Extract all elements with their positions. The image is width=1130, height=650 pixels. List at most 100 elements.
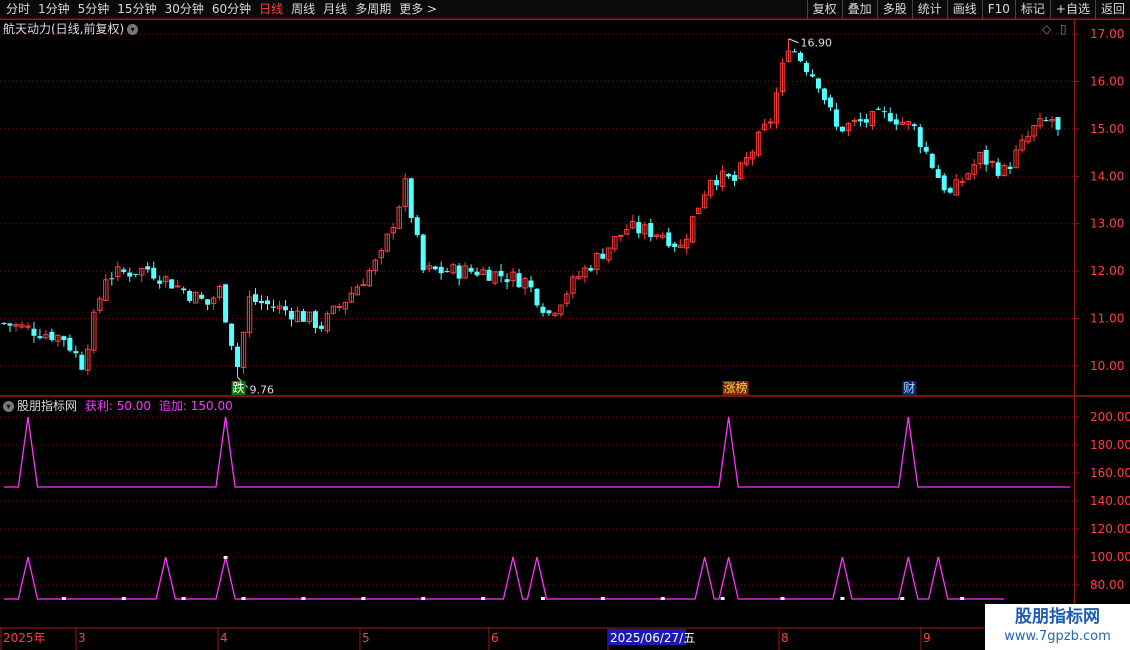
- indicator-value-1: 获利: 50.00: [84, 399, 152, 413]
- candle-body-down: [486, 269, 492, 281]
- candle-body-up: [174, 285, 181, 288]
- candle-body-down: [270, 306, 276, 308]
- candle-body-down: [282, 306, 288, 311]
- indicator-dot: [61, 597, 66, 600]
- candle-body-down: [827, 97, 833, 108]
- date-label: 5: [362, 631, 370, 645]
- candle-body-down: [498, 270, 504, 277]
- candle-body-down: [935, 169, 941, 178]
- candle-body-down: [67, 337, 73, 351]
- chevron-down-icon[interactable]: ▾: [127, 24, 139, 35]
- indicator-dot: [540, 597, 545, 600]
- candle-body-down: [181, 288, 187, 291]
- date-label: 9: [923, 631, 931, 645]
- candle-body-down: [61, 336, 67, 341]
- page-icon[interactable]: ▯: [1060, 21, 1067, 37]
- candle-body-down: [995, 162, 1001, 176]
- candle-body-down: [408, 178, 414, 218]
- candle-body-down: [79, 354, 85, 370]
- candle-body-down: [145, 266, 151, 270]
- date-label: 2025/06/27/五: [610, 631, 695, 645]
- indicator-tick-label: 120.00: [1090, 522, 1130, 536]
- indicator-caption: ▾ 股朋指标网 获利: 50.00 追加: 150.00: [3, 398, 233, 414]
- indicator-dot: [421, 597, 426, 600]
- indicator-dot: [660, 597, 665, 600]
- price-tick-label: 11.00: [1090, 312, 1124, 326]
- indicator-tick-label: 100.00: [1090, 550, 1130, 564]
- candle-body-down: [534, 288, 540, 306]
- candle-body-down: [815, 78, 821, 89]
- candle-body-down: [474, 271, 480, 276]
- price-tick-label: 14.00: [1090, 169, 1124, 183]
- candle-body-up: [989, 160, 995, 163]
- chart-title: 航天动力(日线,前复权): [3, 22, 125, 36]
- candle-body-down: [187, 291, 193, 301]
- candle-body-down: [839, 126, 845, 132]
- indicator-dot: [223, 556, 228, 559]
- candle-body-down: [600, 253, 606, 259]
- candle-body-down: [911, 124, 917, 127]
- axes: [0, 18, 1130, 650]
- candle-body-down: [803, 62, 809, 73]
- candle-body-down: [947, 188, 953, 193]
- candle-body-down: [857, 119, 863, 122]
- watermark-logo: 股朋指标网 www.7gpzb.com: [985, 604, 1130, 650]
- candle-body-down: [223, 284, 229, 323]
- watermark-url: www.7gpzb.com: [1004, 629, 1111, 644]
- candle-body-down: [504, 279, 510, 283]
- candle-body-down: [7, 323, 13, 326]
- candle-body-down: [636, 222, 642, 234]
- candle-body-up: [851, 120, 858, 123]
- candle-body-down: [833, 109, 839, 127]
- candle-body-down: [157, 280, 163, 284]
- indicator-dot: [960, 597, 965, 600]
- event-tag: 涨榜: [724, 380, 748, 395]
- chevron-down-icon[interactable]: ▾: [3, 401, 14, 412]
- candle-body-down: [887, 113, 893, 122]
- candle-body-down: [1007, 166, 1013, 169]
- price-tick-label: 12.00: [1090, 264, 1124, 278]
- axis-labels: 10.00 11.00 12.00 13.00 14.00 15.00 16.00 17.00…: [3, 27, 1130, 645]
- candle-body-down: [672, 243, 678, 247]
- indicator-tick-label: 200.00: [1090, 410, 1130, 424]
- candle-body-down: [414, 217, 420, 236]
- indicator-tick-label: 140.00: [1090, 494, 1130, 508]
- candle-body-down: [726, 173, 732, 177]
- candle-body-down: [432, 266, 438, 270]
- candle-body-down: [809, 74, 815, 77]
- indicator-tick-label: 180.00: [1090, 438, 1130, 452]
- date-label: 3: [78, 631, 86, 645]
- candle-body-down: [1, 322, 7, 324]
- candle-body-down: [893, 119, 899, 125]
- diamond-icon[interactable]: ◇: [1042, 21, 1051, 37]
- kline-chart[interactable]: 10.00 11.00 12.00 13.00 14.00 15.00 16.00 17.00…: [0, 0, 1130, 650]
- candle-body-down: [73, 351, 79, 354]
- indicator-dot: [241, 597, 246, 600]
- event-tag: 财: [903, 381, 915, 395]
- chart-title-bar: 航天动力(日线,前复权) ▾: [3, 21, 139, 37]
- indicator-dot: [600, 597, 605, 600]
- candle-body-down: [540, 306, 546, 313]
- candle-body-down: [456, 265, 462, 279]
- candle-body-down: [235, 346, 241, 368]
- candle-body-down: [821, 88, 827, 101]
- candle-body-down: [444, 271, 450, 273]
- candle-body-up: [618, 234, 624, 237]
- candle-body-down: [546, 310, 552, 314]
- indicator-line-lower: [4, 556, 1005, 600]
- event-tag: 跌: [233, 380, 245, 395]
- candle-body-down: [169, 279, 175, 289]
- candle-body-down: [875, 108, 881, 110]
- candle-body-down: [666, 232, 672, 247]
- indicator-dot: [720, 597, 725, 600]
- low-label: 9.76: [250, 383, 275, 396]
- candle-body-down: [1055, 117, 1061, 130]
- indicator-tick-label: 80.00: [1090, 578, 1124, 592]
- candle-body-down: [732, 174, 738, 181]
- candle-body-down: [121, 269, 127, 272]
- indicator-dot: [181, 597, 186, 600]
- candle-body-down: [37, 336, 43, 339]
- high-label: 16.90: [801, 37, 833, 50]
- candle-body-down: [300, 311, 306, 322]
- candle-body-down: [881, 111, 887, 113]
